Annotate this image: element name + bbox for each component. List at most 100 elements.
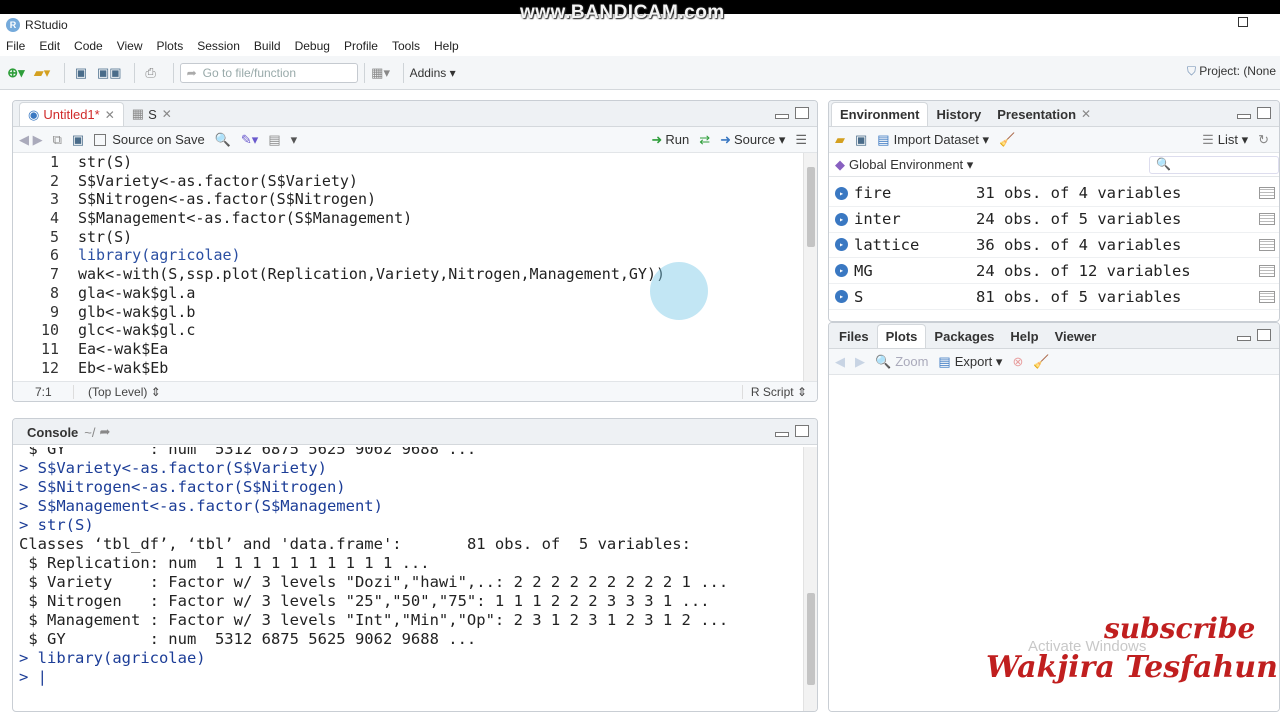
tab-help[interactable]: Help [1002, 324, 1046, 348]
scrollbar-thumb[interactable] [807, 167, 815, 247]
restore-window-button[interactable] [1238, 17, 1248, 27]
view-table-icon[interactable] [1259, 213, 1275, 226]
toolbar-divider [133, 62, 135, 83]
outline-icon[interactable]: ☰ [795, 132, 807, 148]
project-menu[interactable]: ⛉ Project: (None [1187, 64, 1276, 79]
console-prompt[interactable]: > | [19, 668, 801, 687]
go-to-directory-icon[interactable]: ➦ [100, 424, 111, 440]
console-scrollbar[interactable] [803, 447, 817, 711]
grid-layout-icon[interactable]: ▦▾ [371, 62, 391, 84]
scrollbar-thumb[interactable] [807, 593, 815, 685]
menu-debug[interactable]: Debug [295, 39, 330, 53]
tab-environment[interactable]: Environment [831, 102, 929, 126]
close-tab-icon[interactable]: ✕ [105, 108, 115, 122]
save-workspace-icon[interactable]: ▣ [855, 132, 867, 148]
go-to-file-input[interactable]: ➦ Go to file/function [179, 62, 358, 83]
new-file-icon[interactable]: ⊕▾ [6, 62, 26, 84]
tab-presentation[interactable]: Presentation ✕ [989, 102, 1099, 126]
menu-plots[interactable]: Plots [157, 39, 184, 53]
console-output[interactable]: $ GY : num 5312 6875 5625 9062 9688 ... … [13, 447, 801, 711]
environment-row[interactable]: ▸ lattice 36 obs. of 4 variables [829, 233, 1279, 259]
maximize-pane-button[interactable] [1257, 107, 1271, 119]
save-all-icon[interactable]: ▣▣ [97, 62, 122, 84]
previous-plot-icon[interactable]: ◀ [835, 354, 845, 370]
minimize-pane-button[interactable] [775, 432, 789, 437]
open-folder-icon[interactable]: ▰ [835, 132, 845, 148]
environment-row[interactable]: ▸ fire 31 obs. of 4 variables [829, 181, 1279, 207]
list-view-selector[interactable]: ☰ List ▾ [1202, 132, 1248, 148]
console-line: $ Replication: num 1 1 1 1 1 1 1 1 1 1 .… [19, 554, 430, 572]
menu-session[interactable]: Session [197, 39, 240, 53]
run-button[interactable]: ➜ Run [651, 132, 689, 148]
maximize-pane-button[interactable] [795, 425, 809, 437]
menu-file[interactable]: File [6, 39, 25, 53]
addins-menu[interactable]: Addins ▾ [410, 62, 456, 84]
show-in-window-icon[interactable]: ⧉ [53, 132, 62, 148]
back-icon[interactable]: ◀ ▶ [19, 132, 43, 148]
export-button[interactable]: ▤ Export ▾ [938, 354, 1002, 370]
environment-row[interactable]: ▸ S 81 obs. of 5 variables [829, 284, 1279, 310]
minimize-pane-button[interactable] [1237, 114, 1251, 119]
r-env-icon: ◆ [835, 156, 845, 172]
tab-packages[interactable]: Packages [926, 324, 1002, 348]
print-icon[interactable]: ⎙ [141, 62, 161, 84]
save-icon[interactable]: ▣ [72, 132, 84, 148]
maximize-pane-button[interactable] [795, 107, 809, 119]
data-table-icon: ▦ [131, 106, 145, 121]
view-table-icon[interactable] [1259, 238, 1275, 251]
menu-tools[interactable]: Tools [392, 39, 420, 53]
code-tools-icon[interactable]: ✎▾ [241, 132, 258, 148]
menu-code[interactable]: Code [74, 39, 103, 53]
expand-icon: ▸ [835, 238, 848, 252]
global-environment-selector[interactable]: ◆ Global Environment ▾ [835, 157, 973, 173]
refresh-icon[interactable]: ↻ [1258, 132, 1269, 148]
code-line: 12 Eb<-wak$Eb [40, 358, 169, 375]
environment-row[interactable]: ▸ inter 24 obs. of 5 variables [829, 207, 1279, 233]
close-tab-icon[interactable]: ✕ [162, 107, 172, 121]
tab-plots[interactable]: Plots [876, 324, 927, 348]
menu-help[interactable]: Help [434, 39, 459, 53]
file-type-selector[interactable]: R Script ⇕ [741, 384, 817, 399]
editor-scrollbar[interactable] [803, 153, 817, 381]
minimize-pane-button[interactable] [775, 114, 789, 119]
zoom-button[interactable]: 🔍 Zoom [875, 354, 928, 370]
view-table-icon[interactable] [1259, 290, 1275, 303]
menu-build[interactable]: Build [254, 39, 281, 53]
tab-untitled1[interactable]: ◉ Untitled1* ✕ [19, 102, 124, 126]
cursor-position: 7:1 [35, 384, 52, 399]
source-on-save-checkbox[interactable]: Source on Save [94, 132, 205, 147]
environment-search-input[interactable]: 🔍 [1149, 155, 1279, 174]
subscribe-overlay: subscribe [1104, 612, 1256, 645]
maximize-pane-button[interactable] [1257, 329, 1271, 341]
rerun-icon[interactable]: ⇄ [699, 132, 710, 148]
clear-plots-icon[interactable]: 🧹 [1033, 354, 1049, 370]
tab-s[interactable]: ▦ S ✕ [124, 102, 180, 126]
next-plot-icon[interactable]: ▶ [855, 354, 865, 370]
tab-viewer[interactable]: Viewer [1047, 324, 1105, 348]
rstudio-logo-icon: R [6, 18, 20, 32]
environment-row[interactable]: ▸ MG 24 obs. of 12 variables [829, 258, 1279, 285]
tab-history[interactable]: History [928, 102, 989, 126]
save-icon[interactable]: ▣ [71, 62, 91, 84]
minimize-pane-button[interactable] [1237, 336, 1251, 341]
menu-profile[interactable]: Profile [344, 39, 378, 53]
expand-icon: ▸ [835, 186, 848, 200]
source-tabbar: ◉ Untitled1* ✕ ▦ S ✕ [13, 101, 817, 127]
remove-plot-icon[interactable]: ⊗ [1012, 354, 1023, 370]
menu-edit[interactable]: Edit [39, 39, 60, 53]
console-line: $ Variety : Factor w/ 3 levels "Dozi","h… [19, 573, 729, 591]
view-table-icon[interactable] [1259, 264, 1275, 277]
notebook-icon[interactable]: ▤ [268, 132, 280, 148]
more-dropdown-icon[interactable]: ▾ [291, 132, 298, 148]
tab-files[interactable]: Files [831, 324, 877, 348]
menu-view[interactable]: View [117, 39, 143, 53]
import-dataset-button[interactable]: ▤ Import Dataset ▾ [877, 132, 989, 148]
source-button[interactable]: ➜ Source ▾ [720, 132, 785, 148]
search-icon[interactable]: 🔍 [215, 132, 231, 148]
close-tab-icon[interactable]: ✕ [1081, 107, 1091, 121]
open-project-icon[interactable]: ▰▾ [32, 62, 52, 84]
recording-watermark: www.BANDICAM.com [520, 2, 725, 23]
clear-workspace-icon[interactable]: 🧹 [999, 132, 1015, 148]
scope-selector[interactable]: (Top Level) ⇕ [73, 384, 161, 399]
view-table-icon[interactable] [1259, 187, 1275, 200]
